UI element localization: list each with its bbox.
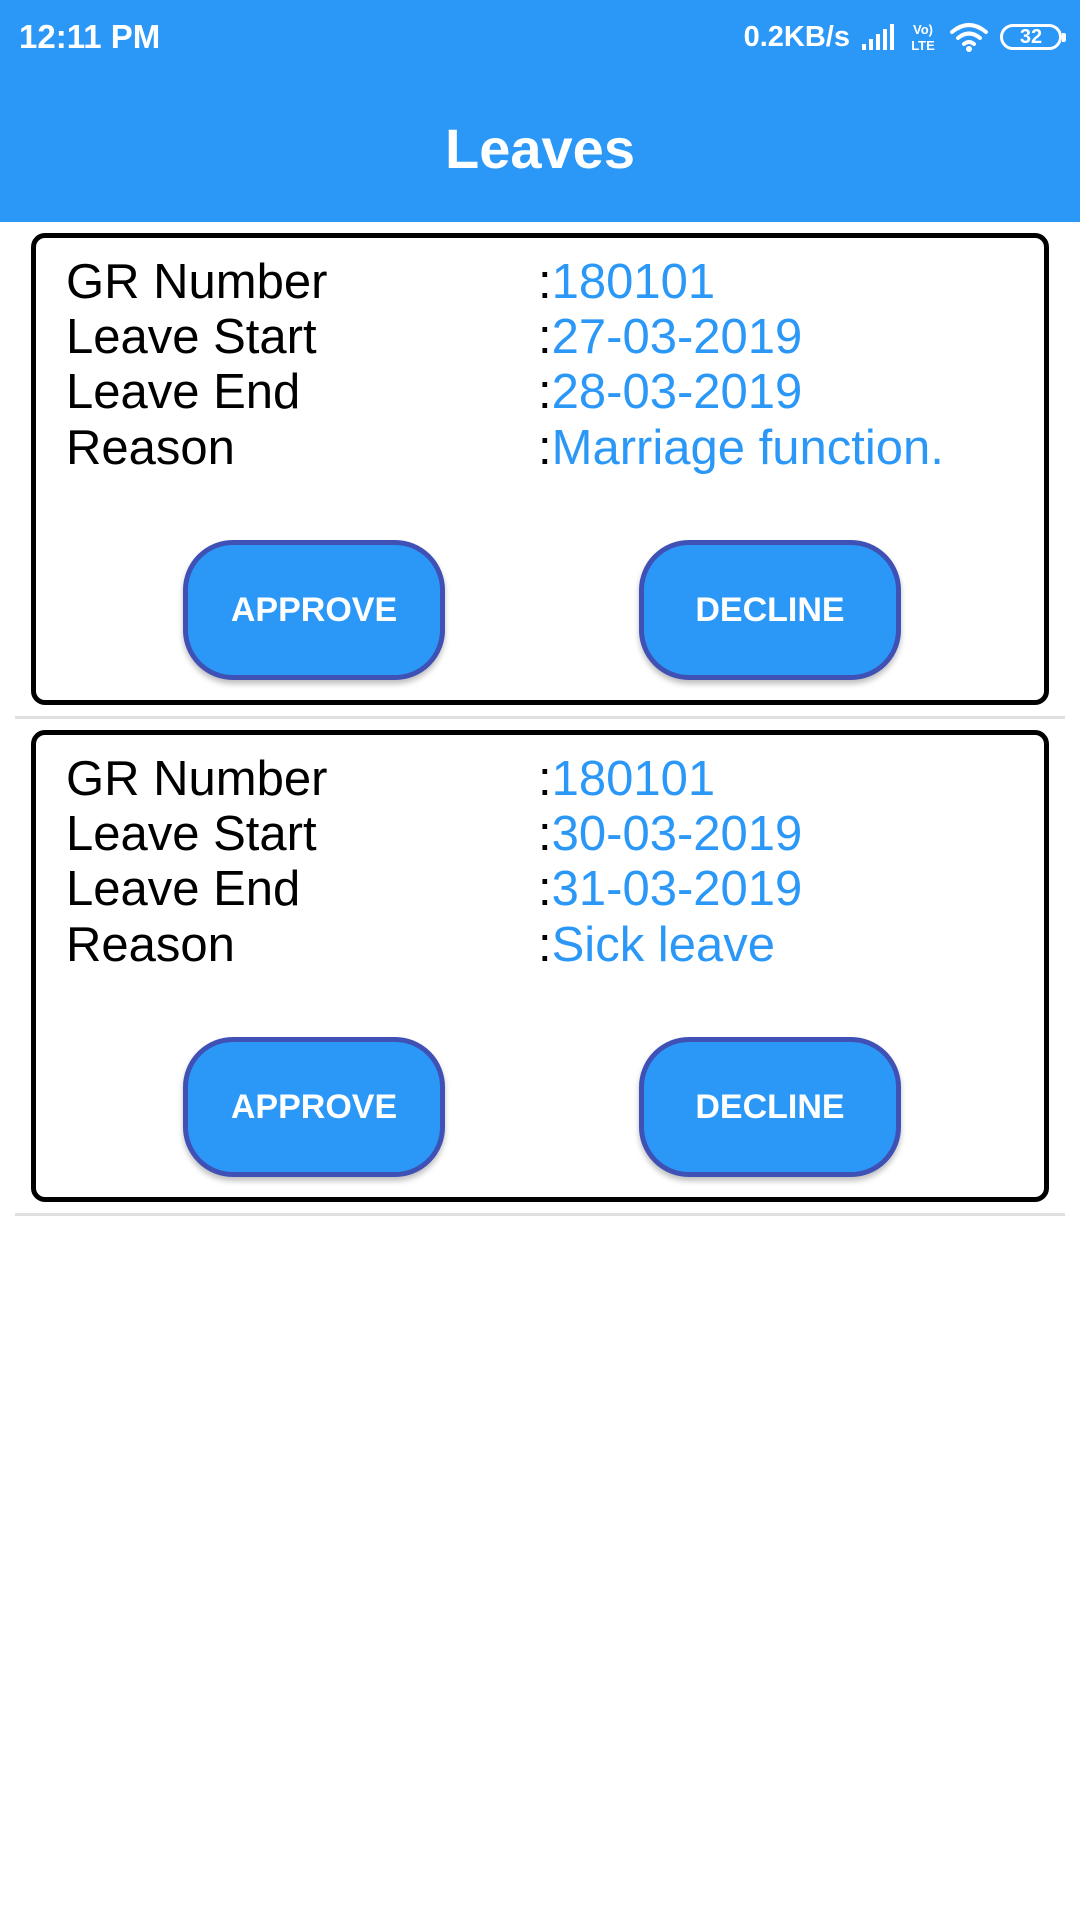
svg-text:LTE: LTE <box>911 38 935 53</box>
leave-list-item: GR Number :180101 Leave Start :27-03-201… <box>0 222 1080 719</box>
leave-card: GR Number :180101 Leave Start :30-03-201… <box>31 730 1049 1202</box>
signal-icon <box>862 24 896 50</box>
reason-value: Sick leave <box>551 918 775 972</box>
app-bar: Leaves <box>0 74 1080 222</box>
network-speed: 0.2KB/s <box>743 20 850 53</box>
reason-field: :Sick leave <box>538 918 775 972</box>
reason-field: :Marriage function. <box>538 421 944 475</box>
status-time: 12:11 PM <box>19 18 161 55</box>
leave-list-item: GR Number :180101 Leave Start :30-03-201… <box>0 719 1080 1216</box>
reason-row: Reason :Sick leave <box>66 912 1026 978</box>
approve-button[interactable]: APPROVE <box>183 540 445 680</box>
leave-start-value: 30-03-2019 <box>551 807 803 861</box>
gr-number-value: 180101 <box>551 752 716 806</box>
leave-list[interactable]: GR Number :180101 Leave Start :27-03-201… <box>0 222 1080 1216</box>
leave-card: GR Number :180101 Leave Start :27-03-201… <box>31 233 1049 705</box>
page-title: Leaves <box>445 116 635 180</box>
reason-label: Reason <box>66 918 235 972</box>
leave-end-value: 31-03-2019 <box>551 862 803 916</box>
reason-label: Reason <box>66 421 235 475</box>
volte-icon: Vo) LTE <box>908 21 938 53</box>
decline-button[interactable]: DECLINE <box>639 540 901 680</box>
approve-button[interactable]: APPROVE <box>183 1037 445 1177</box>
wifi-icon <box>950 22 988 52</box>
reason-row: Reason :Marriage function. <box>66 415 1026 481</box>
status-bar: 12:11 PM 0.2KB/s Vo) LTE 32 <box>0 0 1080 74</box>
divider <box>15 1213 1065 1216</box>
svg-text:Vo): Vo) <box>913 22 933 37</box>
leave-start-value: 27-03-2019 <box>551 310 803 364</box>
gr-number-value: 180101 <box>551 255 716 309</box>
decline-button[interactable]: DECLINE <box>639 1037 901 1177</box>
status-icons: 0.2KB/s Vo) LTE 32 <box>743 14 1066 60</box>
reason-value: Marriage function. <box>551 421 944 475</box>
leave-end-value: 28-03-2019 <box>551 365 803 419</box>
battery-icon: 32 <box>1000 24 1066 50</box>
